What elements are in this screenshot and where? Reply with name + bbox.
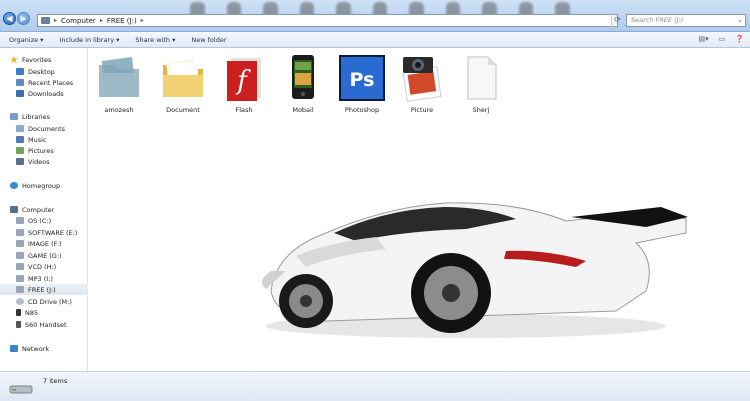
forward-button[interactable]: ▶ bbox=[17, 12, 30, 25]
nav-recent-places[interactable]: Recent Places bbox=[0, 77, 88, 88]
back-button[interactable]: ◀ bbox=[3, 12, 16, 25]
file-item-photoshop[interactable]: Ps Photoshop bbox=[332, 53, 392, 114]
nav-network[interactable]: Network bbox=[0, 343, 88, 354]
file-item-mobail[interactable]: Mobail bbox=[273, 53, 333, 114]
phone-icon bbox=[16, 321, 21, 328]
refresh-button[interactable]: ⟳ bbox=[611, 14, 623, 27]
drive-icon bbox=[16, 275, 24, 282]
breadcrumb-computer[interactable]: Computer bbox=[61, 17, 96, 25]
include-in-library-button[interactable]: Include in library ▾ bbox=[59, 36, 119, 44]
nav-drive-e[interactable]: SOFTWARE (E:) bbox=[0, 227, 88, 238]
view-options-icon[interactable]: ▤▾ bbox=[699, 35, 709, 43]
search-icon: ⌕ bbox=[738, 17, 742, 25]
command-bar: Organize ▾ Include in library ▾ Share wi… bbox=[0, 32, 750, 48]
car-preview-image bbox=[216, 171, 693, 357]
item-count: 7 items bbox=[43, 377, 68, 385]
cd-drive-icon bbox=[16, 298, 24, 305]
nav-homegroup[interactable]: Homegroup bbox=[0, 180, 88, 191]
drive-icon bbox=[16, 263, 24, 270]
svg-text:Ps: Ps bbox=[350, 69, 375, 91]
nav-videos[interactable]: Videos bbox=[0, 156, 88, 167]
flash-icon: f bbox=[219, 53, 269, 103]
star-icon bbox=[10, 56, 18, 63]
nav-favorites[interactable]: Favorites bbox=[0, 54, 88, 65]
search-input[interactable]: Search FREE (J:) ⌕ bbox=[626, 14, 746, 27]
file-item-picture[interactable]: Picture bbox=[392, 53, 452, 114]
nav-n85[interactable]: N85 bbox=[0, 307, 88, 318]
nav-drive-i[interactable]: MP3 (I:) bbox=[0, 273, 88, 284]
nav-drive-g[interactable]: GAME (G:) bbox=[0, 250, 88, 261]
file-view: amozesh Document f Flash Mobail Ps Photo… bbox=[89, 48, 750, 371]
help-icon[interactable]: ❓ bbox=[735, 35, 744, 43]
nav-cd-drive[interactable]: CD Drive (M:) bbox=[0, 296, 88, 307]
folder-icon bbox=[94, 53, 144, 103]
nav-music[interactable]: Music bbox=[0, 134, 88, 145]
music-icon bbox=[16, 136, 24, 143]
nav-drive-f[interactable]: IMAGE (F:) bbox=[0, 238, 88, 249]
file-item-document[interactable]: Document bbox=[153, 53, 213, 114]
file-item-sherj[interactable]: Sherj bbox=[451, 53, 511, 114]
nav-documents[interactable]: Documents bbox=[0, 123, 88, 134]
downloads-icon bbox=[16, 90, 24, 97]
preview-pane-icon[interactable]: ▭ bbox=[719, 35, 726, 43]
phone-icon bbox=[16, 309, 21, 316]
nav-downloads[interactable]: Downloads bbox=[0, 88, 88, 99]
drive-icon bbox=[16, 286, 24, 293]
network-icon bbox=[10, 345, 18, 352]
nav-libraries[interactable]: Libraries bbox=[0, 111, 88, 122]
navigation-pane: Favorites Desktop Recent Places Download… bbox=[0, 48, 88, 371]
nav-s60-handset[interactable]: S60 Handset bbox=[0, 319, 88, 330]
organize-button[interactable]: Organize ▾ bbox=[9, 36, 43, 44]
computer-icon bbox=[41, 17, 50, 24]
breadcrumb-free-drive[interactable]: FREE (J:) bbox=[107, 17, 137, 25]
computer-icon bbox=[10, 206, 18, 213]
desktop-icon bbox=[16, 68, 24, 75]
share-with-button[interactable]: Share with ▾ bbox=[135, 36, 175, 44]
title-bar: ◀ ▶ ▸ Computer ▸ FREE (J:) ▸ ⟳ Search FR… bbox=[0, 0, 750, 32]
file-item-amozesh[interactable]: amozesh bbox=[89, 53, 149, 114]
nav-drive-h[interactable]: VCD (H:) bbox=[0, 261, 88, 272]
videos-icon bbox=[16, 158, 24, 165]
nav-computer[interactable]: Computer bbox=[0, 204, 88, 215]
drive-icon bbox=[9, 384, 33, 394]
drive-icon bbox=[16, 229, 24, 236]
pictures-icon bbox=[16, 147, 24, 154]
new-folder-button[interactable]: New folder bbox=[191, 36, 226, 44]
nav-desktop[interactable]: Desktop bbox=[0, 66, 88, 77]
drive-icon bbox=[16, 240, 24, 247]
nav-pictures[interactable]: Pictures bbox=[0, 145, 88, 156]
pictures-icon bbox=[397, 53, 447, 103]
libraries-icon bbox=[10, 113, 18, 120]
address-bar[interactable]: ▸ Computer ▸ FREE (J:) ▸ bbox=[37, 14, 618, 27]
phone-icon bbox=[278, 53, 328, 103]
drive-icon bbox=[16, 217, 24, 224]
photoshop-icon: Ps bbox=[337, 53, 387, 103]
recent-places-icon bbox=[16, 79, 24, 86]
folder-icon bbox=[158, 53, 208, 103]
drive-icon bbox=[16, 252, 24, 259]
nav-drive-j[interactable]: FREE (J:) bbox=[0, 284, 88, 295]
documents-icon bbox=[16, 125, 24, 132]
homegroup-icon bbox=[10, 182, 18, 189]
file-item-flash[interactable]: f Flash bbox=[214, 53, 274, 114]
status-bar: 7 items bbox=[0, 371, 750, 401]
document-icon bbox=[456, 53, 506, 103]
nav-drive-c[interactable]: OS (C:) bbox=[0, 215, 88, 226]
